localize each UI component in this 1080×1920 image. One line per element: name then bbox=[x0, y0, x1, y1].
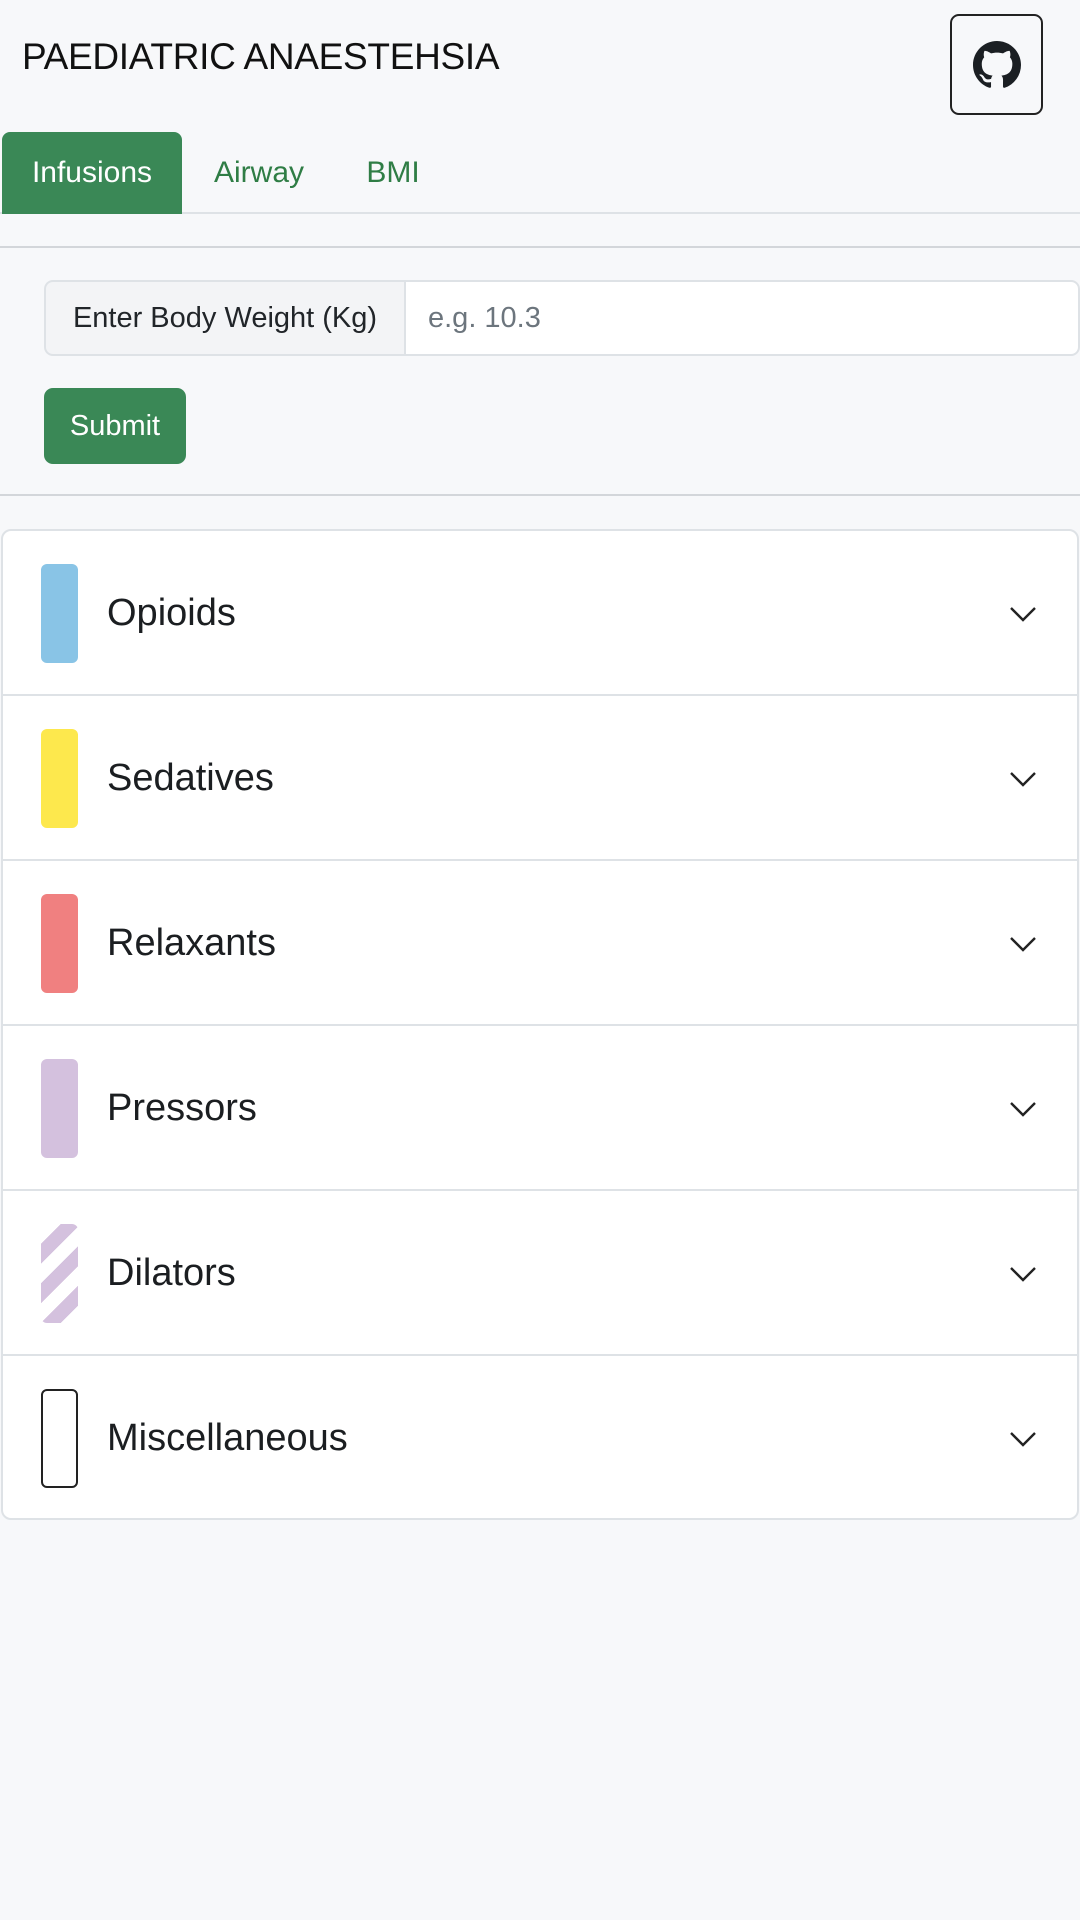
color-swatch bbox=[41, 564, 78, 663]
chevron-down-icon bbox=[1010, 607, 1036, 622]
navbar: PAEDIATRIC ANAESTEHSIA bbox=[0, 0, 1080, 128]
accordion-label: Miscellaneous bbox=[107, 1417, 348, 1459]
color-swatch bbox=[41, 894, 78, 993]
chevron-down-icon bbox=[1010, 1267, 1036, 1282]
tab-airway[interactable]: Airway bbox=[196, 132, 322, 214]
accordion-label: Pressors bbox=[107, 1087, 257, 1129]
accordion-label: Opioids bbox=[107, 592, 236, 634]
accordion-item-miscellaneous[interactable]: Miscellaneous bbox=[3, 1356, 1077, 1518]
color-swatch-outline bbox=[41, 1389, 78, 1488]
weight-input-group: Enter Body Weight (Kg) bbox=[44, 280, 1080, 356]
tab-bmi[interactable]: BMI bbox=[348, 132, 438, 214]
divider bbox=[0, 246, 1080, 248]
accordion-item-sedatives[interactable]: Sedatives bbox=[3, 696, 1077, 861]
color-swatch bbox=[41, 729, 78, 828]
submit-button[interactable]: Submit bbox=[44, 388, 186, 464]
divider bbox=[0, 494, 1080, 496]
accordion-item-opioids[interactable]: Opioids bbox=[3, 531, 1077, 696]
tab-bar: Infusions Airway BMI bbox=[0, 132, 1080, 214]
chevron-down-icon bbox=[1010, 1432, 1036, 1447]
chevron-down-icon bbox=[1010, 937, 1036, 952]
weight-input[interactable] bbox=[404, 280, 1080, 356]
accordion-item-pressors[interactable]: Pressors bbox=[3, 1026, 1077, 1191]
chevron-down-icon bbox=[1010, 772, 1036, 787]
color-swatch bbox=[41, 1059, 78, 1158]
color-swatch-striped bbox=[41, 1224, 78, 1323]
drug-category-accordion: Opioids Sedatives Relaxants Pressors Dil… bbox=[1, 529, 1079, 1520]
tab-infusions[interactable]: Infusions bbox=[2, 132, 182, 214]
github-icon bbox=[972, 40, 1021, 88]
app-title: PAEDIATRIC ANAESTEHSIA bbox=[22, 36, 500, 77]
accordion-label: Sedatives bbox=[107, 757, 274, 799]
accordion-item-dilators[interactable]: Dilators bbox=[3, 1191, 1077, 1356]
weight-label: Enter Body Weight (Kg) bbox=[44, 280, 404, 356]
accordion-label: Relaxants bbox=[107, 922, 276, 964]
chevron-down-icon bbox=[1010, 1102, 1036, 1117]
accordion-label: Dilators bbox=[107, 1252, 236, 1294]
accordion-item-relaxants[interactable]: Relaxants bbox=[3, 861, 1077, 1026]
github-button[interactable] bbox=[950, 14, 1043, 115]
